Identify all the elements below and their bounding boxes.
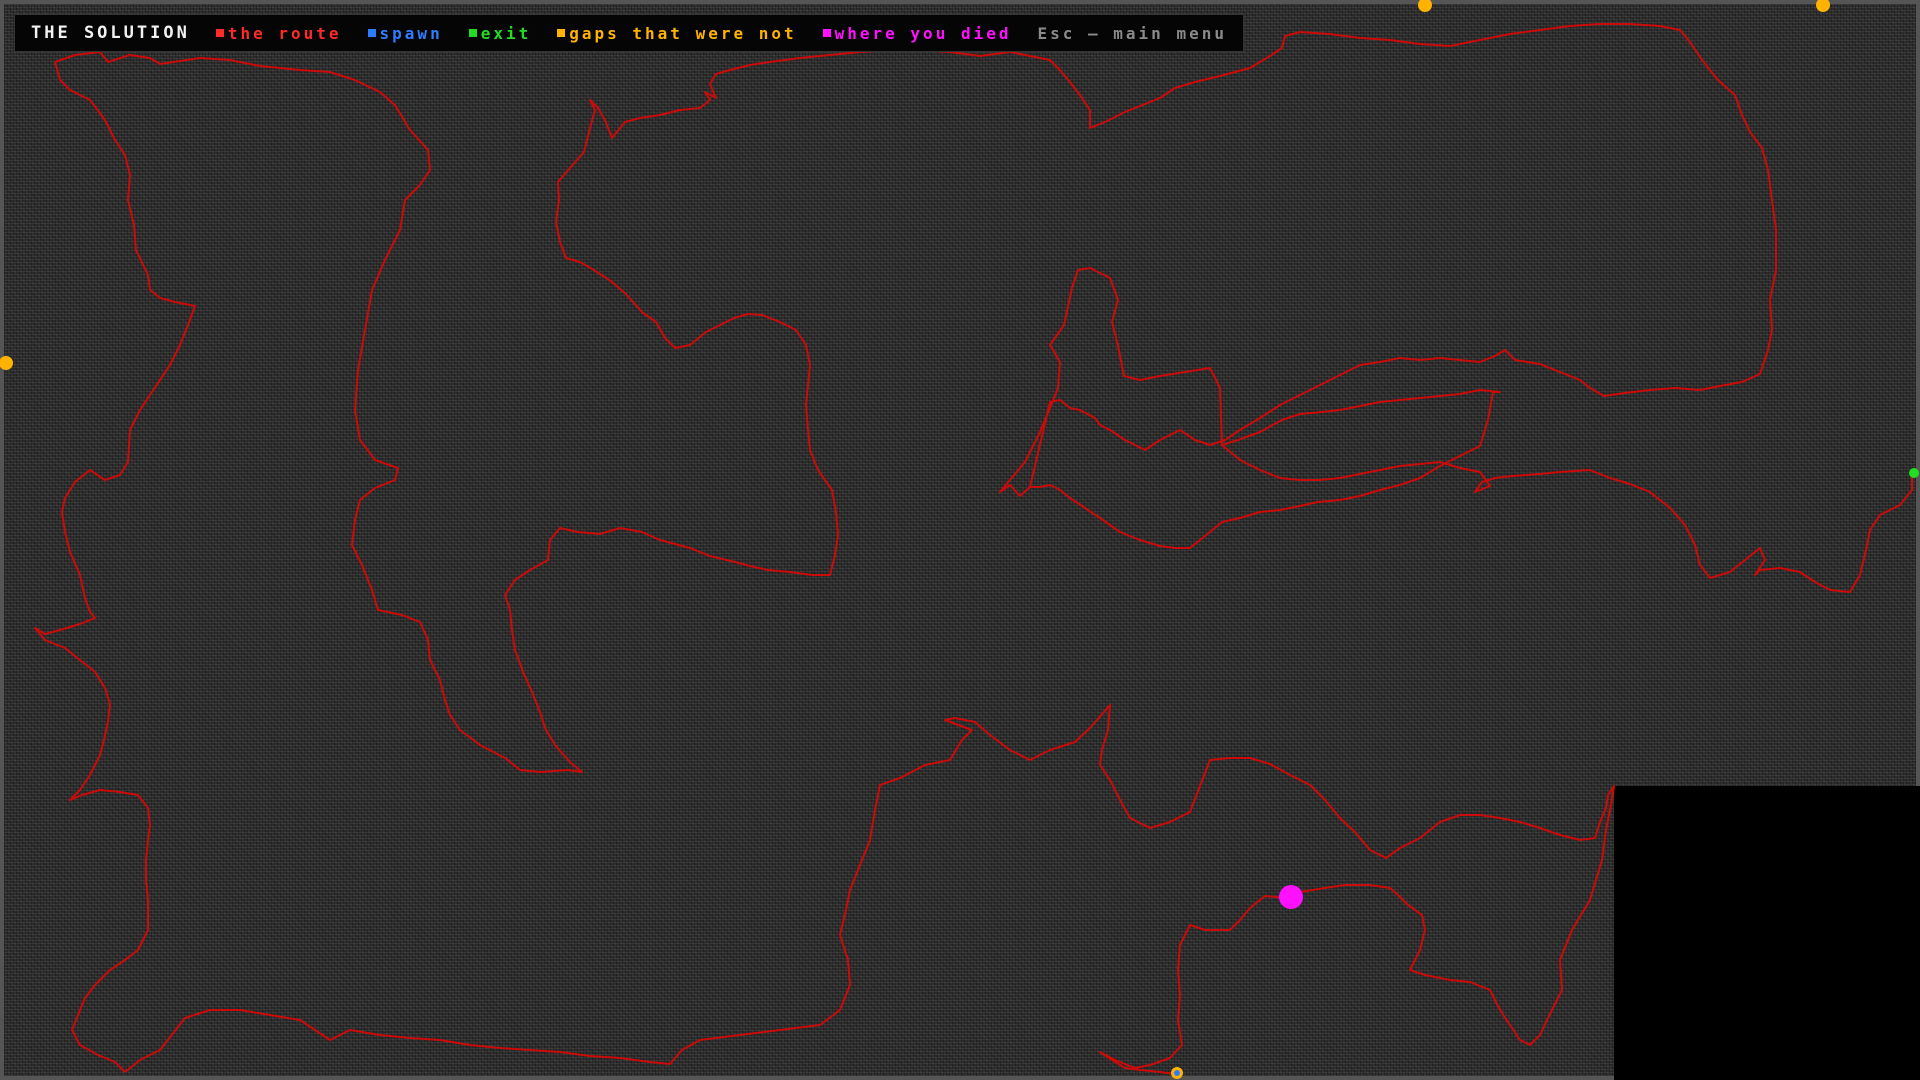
game-viewport: THE SOLUTION the route spawn exit gaps t…: [0, 0, 1920, 1080]
route-path-south: [124, 704, 1615, 1075]
legend-item-exit: exit: [468, 23, 532, 43]
gap-marker: [1816, 0, 1830, 12]
legend-item-gaps: gaps that were not: [557, 24, 796, 43]
route-path-east: [1221, 444, 1913, 593]
legend-label-death: where you died: [834, 23, 1012, 43]
route-path: [54, 23, 1777, 773]
legend-item-route: the route: [215, 23, 342, 43]
spawn-marker: [1174, 1070, 1180, 1076]
spawn-swatch-icon: [367, 29, 376, 37]
exit-marker: [1909, 468, 1919, 478]
legend-bar: THE SOLUTION the route spawn exit gaps t…: [14, 14, 1244, 52]
route-path-west: [34, 61, 196, 1073]
solution-overlay: [0, 0, 1919, 1079]
route-swatch-icon: [215, 29, 224, 37]
legend-title: THE SOLUTION: [31, 23, 190, 43]
death-swatch-icon: [822, 29, 831, 37]
legend-item-spawn: spawn: [367, 23, 443, 43]
legend-label-route: the route: [227, 23, 342, 43]
gap-marker: [1418, 0, 1432, 12]
gap-marker: [0, 356, 13, 370]
legend-label-exit: exit: [480, 23, 532, 43]
exit-swatch-icon: [468, 29, 477, 37]
legend-label-gaps: gaps that were not: [569, 23, 797, 43]
legend-item-death: where you died: [822, 23, 1012, 43]
legend-label-spawn: spawn: [379, 23, 443, 43]
death-marker: [1279, 885, 1303, 909]
gap-swatch-icon: [557, 29, 566, 37]
main-menu-hint[interactable]: Esc — main menu: [1037, 24, 1227, 43]
